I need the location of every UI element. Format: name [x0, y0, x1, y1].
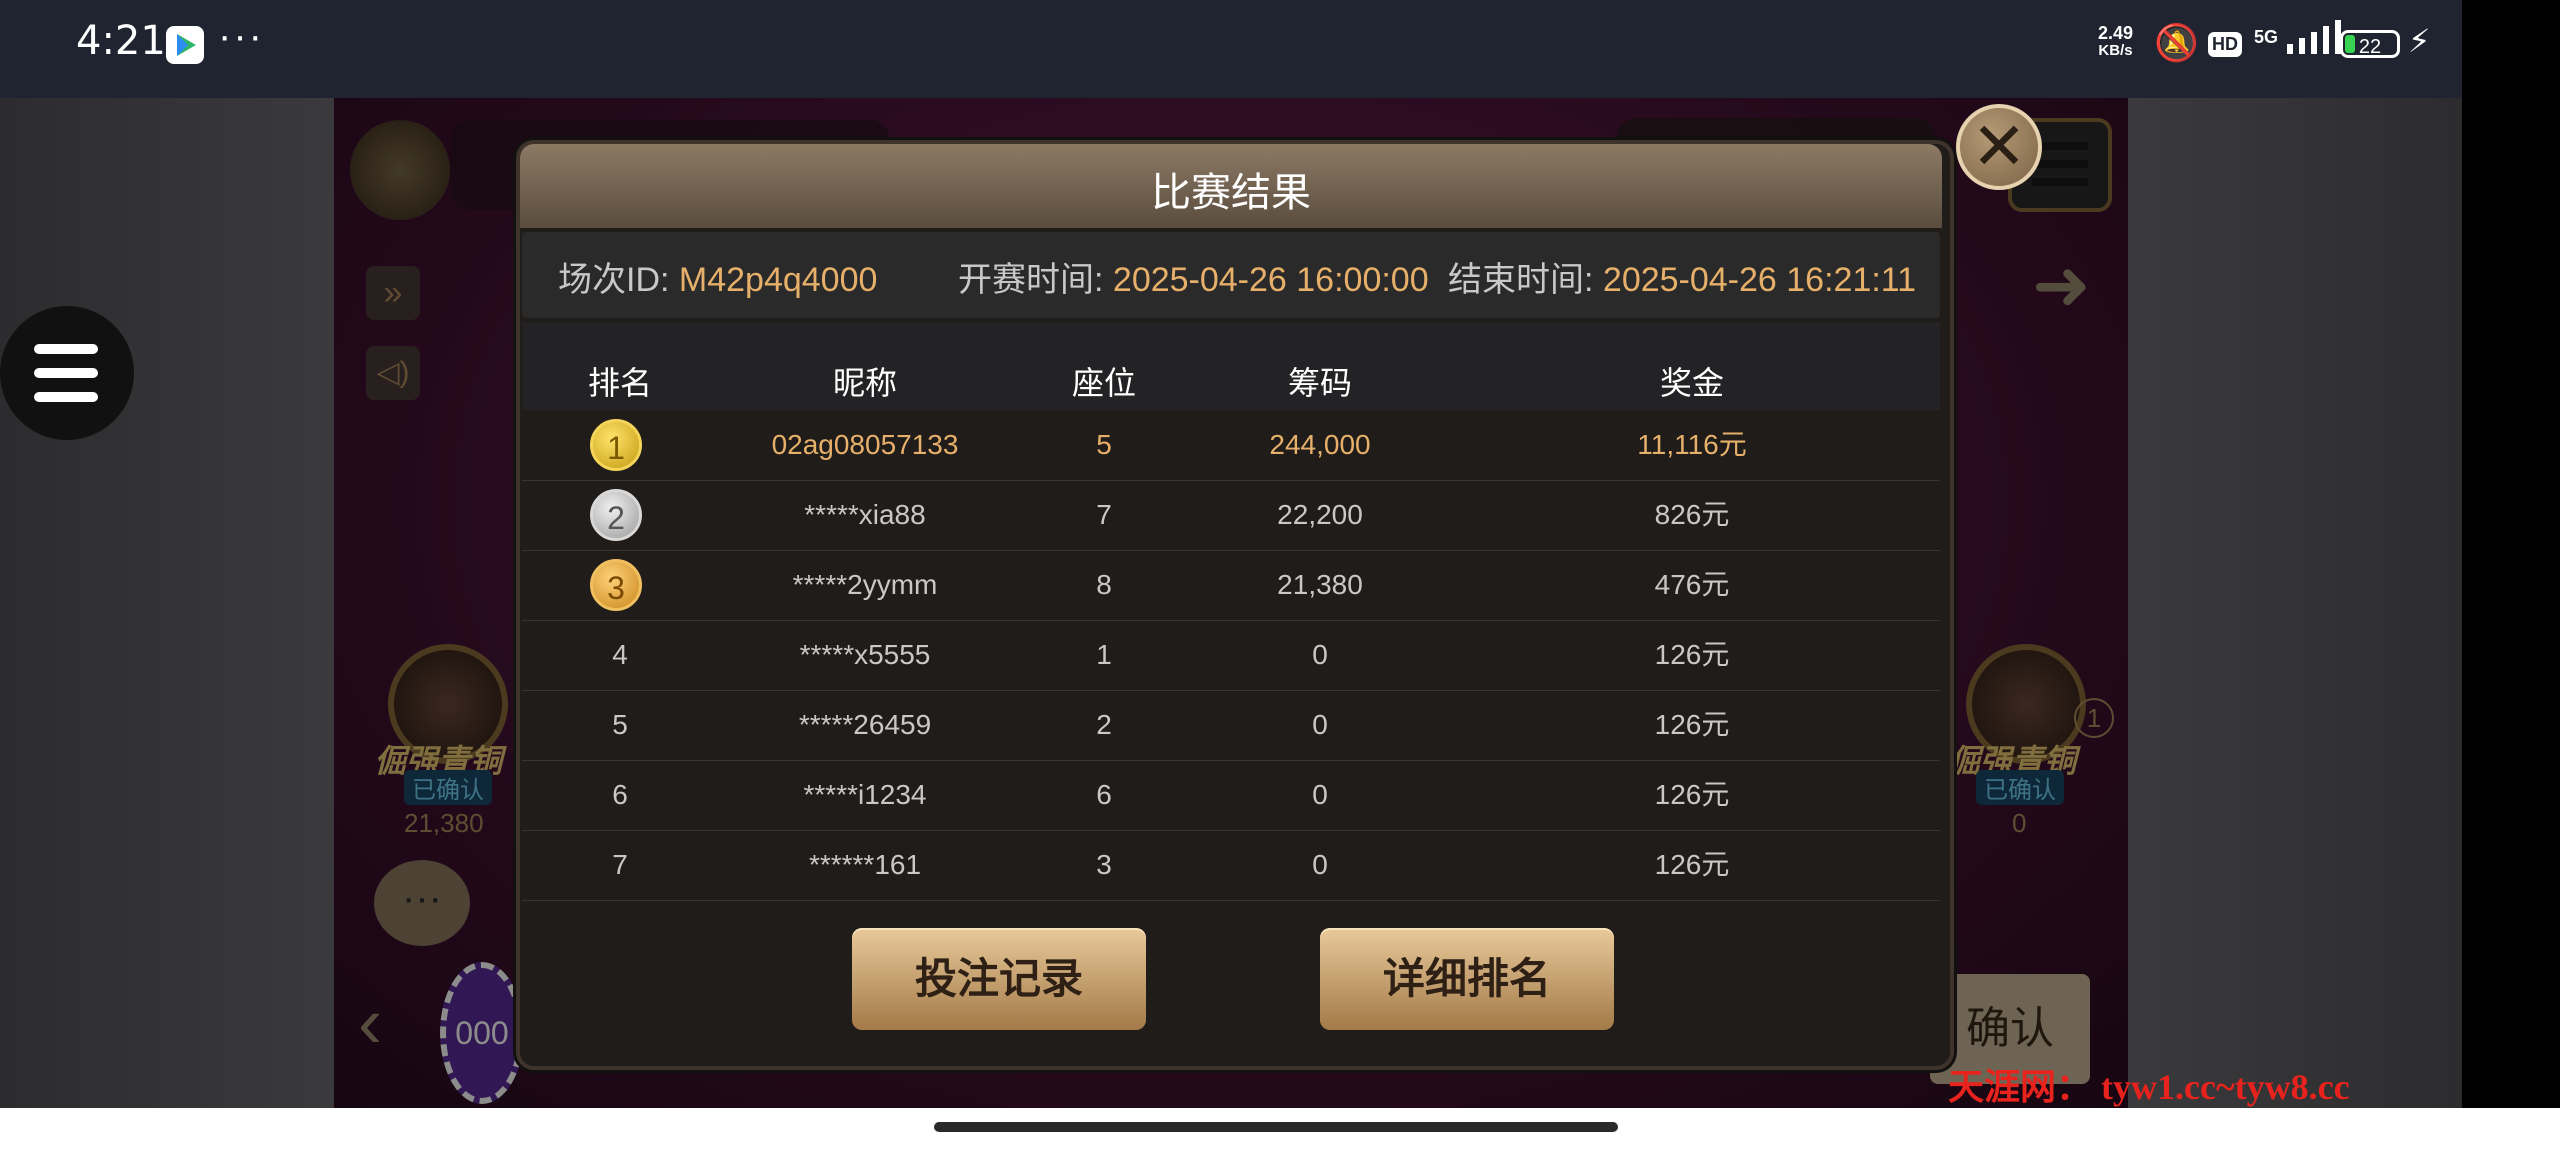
- nickname-cell: *****2yymm: [792, 569, 938, 600]
- right-letterbox: [2128, 98, 2462, 1108]
- end-time-label: 结束时间:: [1448, 261, 1594, 299]
- seat-cell: 2: [1096, 709, 1112, 740]
- seat-cell: 1: [1096, 639, 1112, 670]
- net-speed-unit: KB/s: [2098, 42, 2133, 59]
- rank-cell: 4: [612, 639, 628, 670]
- end-time-info: 结束时间: 2025-04-26 16:21:11: [1448, 252, 1916, 301]
- right-black-strip: [2462, 0, 2560, 1108]
- table-row: 2 *****xia88 7 22,200 826元: [522, 480, 1940, 551]
- more-notifications-icon: ···: [218, 14, 264, 58]
- bet-record-button[interactable]: 投注记录: [852, 928, 1146, 1030]
- session-id-label: 场次ID:: [558, 261, 670, 299]
- play-store-icon: [166, 26, 204, 64]
- bell-muted-icon: 🔕: [2154, 22, 2199, 63]
- rank-cell: 6: [612, 779, 628, 810]
- home-gesture-pill[interactable]: [934, 1122, 1618, 1132]
- session-id-info: 场次ID: M42p4q4000: [558, 252, 877, 301]
- seat-cell: 8: [1096, 569, 1112, 600]
- column-header-seat: 座位: [1071, 365, 1136, 401]
- chips-cell: 0: [1312, 709, 1328, 740]
- nickname-cell: *****26459: [798, 709, 932, 740]
- prize-cell: 126元: [1654, 849, 1730, 880]
- detail-ranking-button[interactable]: 详细排名: [1320, 928, 1614, 1030]
- start-time-info: 开赛时间: 2025-04-26 16:00:00: [958, 252, 1429, 301]
- prize-cell: 476元: [1654, 569, 1730, 600]
- watermark-text: 天涯网： tyw1.cc~tyw8.cc: [1948, 1067, 2350, 1107]
- network-type: 5G: [2254, 26, 2279, 47]
- table-row: 5 *****26459 2 0 126元: [522, 690, 1940, 761]
- rank-medal-icon: 2: [590, 489, 642, 541]
- column-header-chips: 筹码: [1287, 365, 1352, 401]
- table-row: 6 *****i1234 6 0 126元: [522, 760, 1940, 831]
- table-row: 7 ******161 3 0 126元: [522, 830, 1940, 901]
- left-letterbox: [0, 98, 334, 1108]
- close-icon[interactable]: ✕: [1956, 104, 2042, 190]
- rank-medal-icon: 3: [590, 559, 642, 611]
- rank-cell: 7: [612, 849, 628, 880]
- nickname-cell: *****xia88: [804, 499, 926, 530]
- rank-medal-icon: 1: [590, 419, 642, 471]
- nickname-cell: *****i1234: [803, 779, 927, 810]
- table-row: 1 02ag08057133 5 244,000 11,116元: [522, 410, 1940, 481]
- end-time-value: 2025-04-26 16:21:11: [1602, 261, 1917, 299]
- status-bar: [0, 0, 2462, 98]
- status-time: 4:21: [76, 18, 166, 64]
- column-header-prize: 奖金: [1659, 365, 1724, 401]
- session-id-value: M42p4q4000: [678, 261, 878, 299]
- chips-cell: 21,380: [1277, 569, 1363, 600]
- seat-cell: 5: [1096, 429, 1112, 460]
- chips-cell: 0: [1312, 779, 1328, 810]
- prize-cell: 826元: [1654, 499, 1730, 530]
- table-row: 3 *****2yymm 8 21,380 476元: [522, 550, 1940, 621]
- battery-level: 22: [2358, 36, 2382, 58]
- prize-cell: 126元: [1654, 779, 1730, 810]
- net-speed-value: 2.49: [2098, 23, 2134, 43]
- rank-cell: 5: [612, 709, 628, 740]
- seat-cell: 7: [1096, 499, 1112, 530]
- chips-cell: 0: [1312, 849, 1328, 880]
- prize-cell: 11,116元: [1637, 429, 1747, 460]
- net-speed: 2.49 KB/s: [2098, 24, 2133, 60]
- nickname-cell: 02ag08057133: [771, 429, 959, 460]
- hd-badge: HD: [2208, 32, 2242, 57]
- chips-cell: 0: [1312, 639, 1328, 670]
- signal-icon: 5G: [2254, 20, 2343, 56]
- chips-cell: 22,200: [1277, 499, 1363, 530]
- start-time-label: 开赛时间:: [958, 261, 1104, 299]
- dialog-title: 比赛结果: [1151, 171, 1311, 215]
- seat-cell: 3: [1096, 849, 1112, 880]
- chips-cell: 244,000: [1269, 429, 1371, 460]
- prize-cell: 126元: [1654, 639, 1730, 670]
- prize-cell: 126元: [1654, 709, 1730, 740]
- nickname-cell: *****x5555: [799, 639, 931, 670]
- table-row: 4 *****x5555 1 0 126元: [522, 620, 1940, 691]
- column-header-rank: 排名: [587, 365, 652, 401]
- nickname-cell: ******161: [808, 849, 922, 880]
- hamburger-menu-icon[interactable]: [0, 306, 134, 440]
- charging-icon: ⚡: [2408, 23, 2431, 59]
- seat-cell: 6: [1096, 779, 1112, 810]
- start-time-value: 2025-04-26 16:00:00: [1112, 261, 1429, 299]
- column-header-nickname: 昵称: [832, 365, 897, 401]
- battery-icon: 22: [2340, 30, 2400, 58]
